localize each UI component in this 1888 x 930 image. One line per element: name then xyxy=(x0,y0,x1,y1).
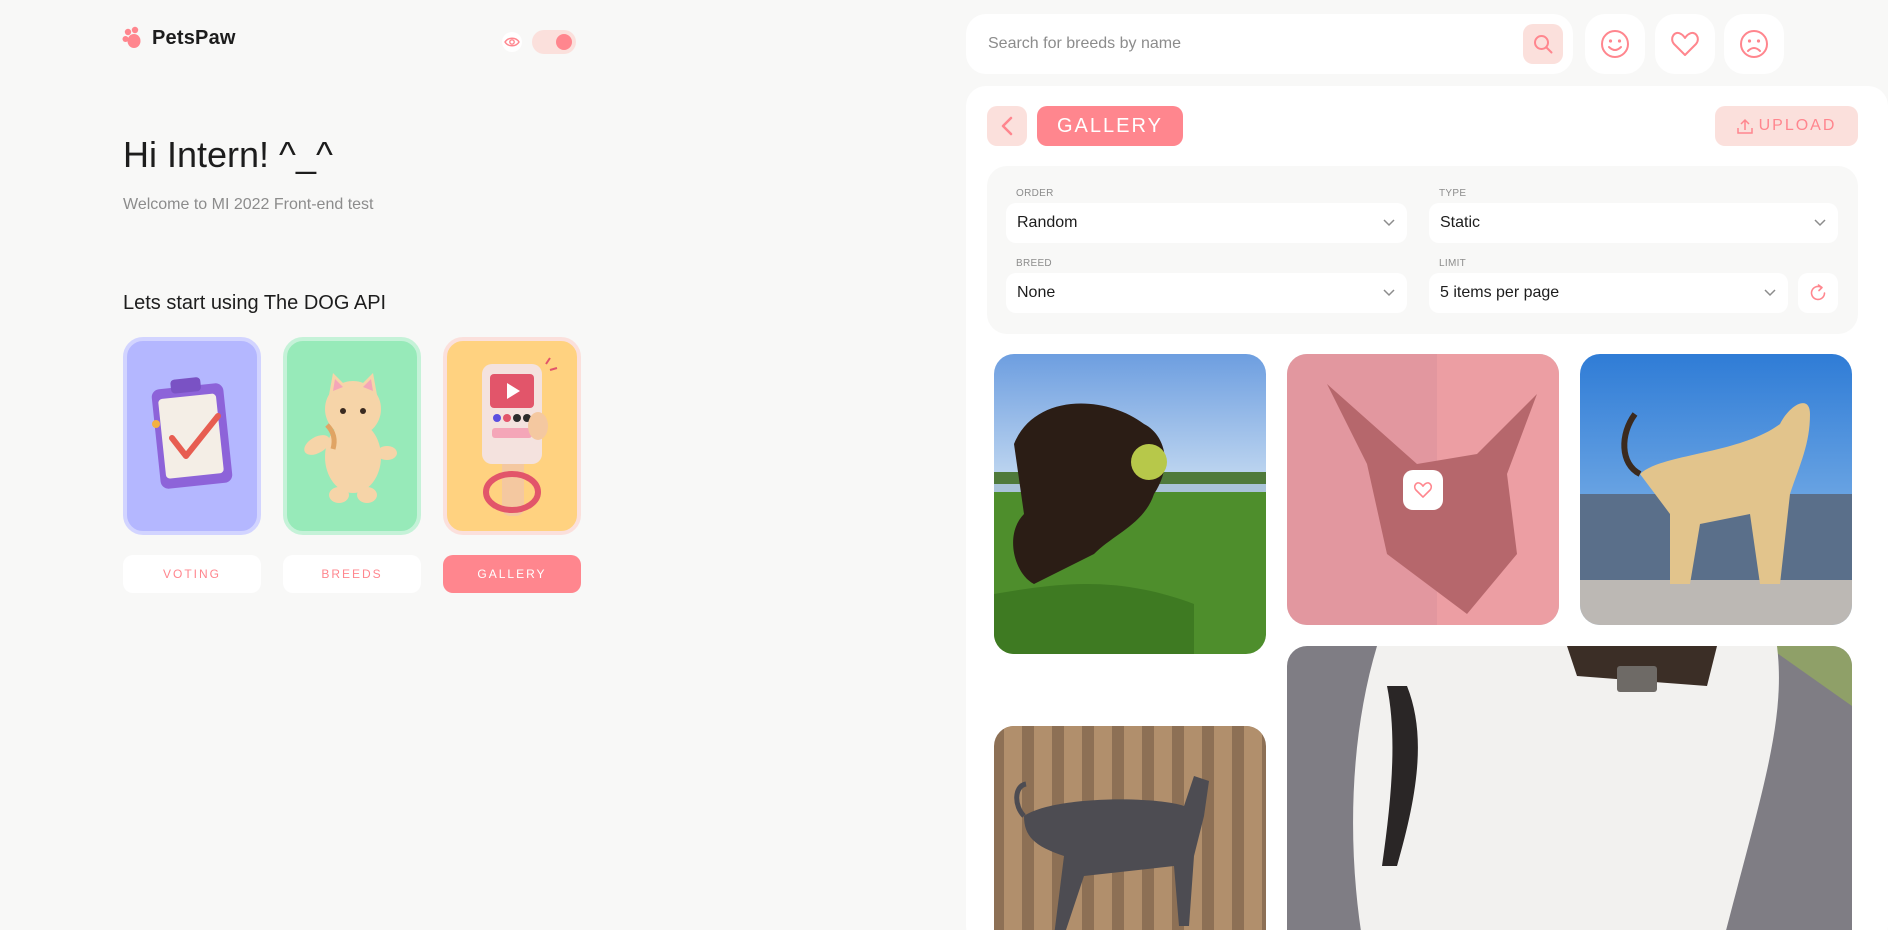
paw-icon xyxy=(122,26,141,48)
dislikes-button[interactable] xyxy=(1724,14,1784,74)
upload-icon xyxy=(1736,118,1753,134)
smile-icon xyxy=(1601,30,1629,58)
search-bar xyxy=(966,14,1573,74)
type-select[interactable]: Static xyxy=(1429,203,1838,243)
voting-card-frame[interactable] xyxy=(123,337,261,535)
limit-select[interactable]: 5 items per page xyxy=(1429,273,1788,313)
photo-white-dog xyxy=(1287,646,1852,930)
heart-icon xyxy=(1671,32,1699,56)
breed-select[interactable]: None xyxy=(1006,273,1407,313)
chevron-left-icon xyxy=(1001,116,1013,136)
cat-illustration-icon xyxy=(304,373,397,503)
gallery-photo-4[interactable] xyxy=(994,726,1266,930)
start-text: Lets start using The DOG API xyxy=(123,292,387,314)
gallery-photo-3[interactable] xyxy=(1580,354,1852,625)
reload-button[interactable] xyxy=(1798,273,1838,313)
limit-label: LIMIT xyxy=(1439,258,1467,269)
reload-icon xyxy=(1810,284,1826,301)
voting-button[interactable]: VOTING xyxy=(123,555,261,593)
chevron-down-icon xyxy=(1814,219,1826,227)
breeds-button[interactable]: BREEDS xyxy=(283,555,421,593)
favourites-button[interactable] xyxy=(1655,14,1715,74)
nav-card-breeds[interactable]: BREEDS xyxy=(283,337,421,593)
order-value: Random xyxy=(1017,214,1078,231)
theme-switch[interactable] xyxy=(532,30,576,54)
eye-icon xyxy=(502,32,522,52)
clipboard-illustration-icon xyxy=(151,377,233,489)
search-input[interactable] xyxy=(988,35,1523,53)
logo-text: PetsPaw xyxy=(152,26,236,49)
phone-illustration-icon xyxy=(482,357,558,516)
order-label: ORDER xyxy=(1016,188,1054,199)
chevron-down-icon xyxy=(1383,289,1395,297)
breed-label: BREED xyxy=(1016,258,1052,269)
greeting: Hi Intern! ^_^ xyxy=(123,134,333,175)
favourite-photo-button[interactable] xyxy=(1403,469,1443,510)
order-select[interactable]: Random xyxy=(1006,203,1407,243)
photo-hover-overlay xyxy=(1287,354,1559,625)
limit-value: 5 items per page xyxy=(1440,284,1560,301)
nav-card-gallery[interactable]: GALLERY xyxy=(443,337,581,593)
chevron-down-icon xyxy=(1764,289,1776,297)
breed-value: None xyxy=(1017,284,1056,301)
photo-greyhound xyxy=(994,726,1266,930)
nav-cards: VOTING BREEDS GALLERY xyxy=(123,337,581,593)
breeds-card-frame[interactable] xyxy=(283,337,421,535)
gallery-panel: GALLERY UPLOAD ORDER Random TYPE Static … xyxy=(966,86,1888,930)
back-button[interactable] xyxy=(987,106,1027,146)
type-value: Static xyxy=(1440,214,1481,231)
theme-toggle[interactable] xyxy=(502,30,576,54)
gallery-photo-5[interactable] xyxy=(1287,646,1852,930)
upload-button[interactable]: UPLOAD xyxy=(1715,106,1858,146)
chevron-down-icon xyxy=(1383,219,1395,227)
photo-brown-dog xyxy=(994,354,1266,654)
upload-label: UPLOAD xyxy=(1758,117,1837,134)
welcome-text: Welcome to MI 2022 Front-end test xyxy=(123,196,374,213)
gallery-photo-2[interactable] xyxy=(1287,354,1559,625)
filters-panel: ORDER Random TYPE Static BREED None LIMI… xyxy=(987,166,1858,334)
gallery-button[interactable]: GALLERY xyxy=(443,555,581,593)
sad-icon xyxy=(1740,30,1768,58)
gallery-photo-1[interactable] xyxy=(994,354,1266,654)
likes-button[interactable] xyxy=(1585,14,1645,74)
search-icon xyxy=(1534,35,1553,54)
search-button[interactable] xyxy=(1523,24,1563,64)
heart-icon xyxy=(1413,481,1433,498)
switch-knob xyxy=(556,34,572,50)
page-title: GALLERY xyxy=(1037,106,1183,146)
photo-afghan-hound xyxy=(1580,354,1852,625)
type-label: TYPE xyxy=(1439,188,1467,199)
nav-card-voting[interactable]: VOTING xyxy=(123,337,261,593)
logo[interactable]: PetsPaw xyxy=(122,26,236,50)
gallery-card-frame[interactable] xyxy=(443,337,581,535)
